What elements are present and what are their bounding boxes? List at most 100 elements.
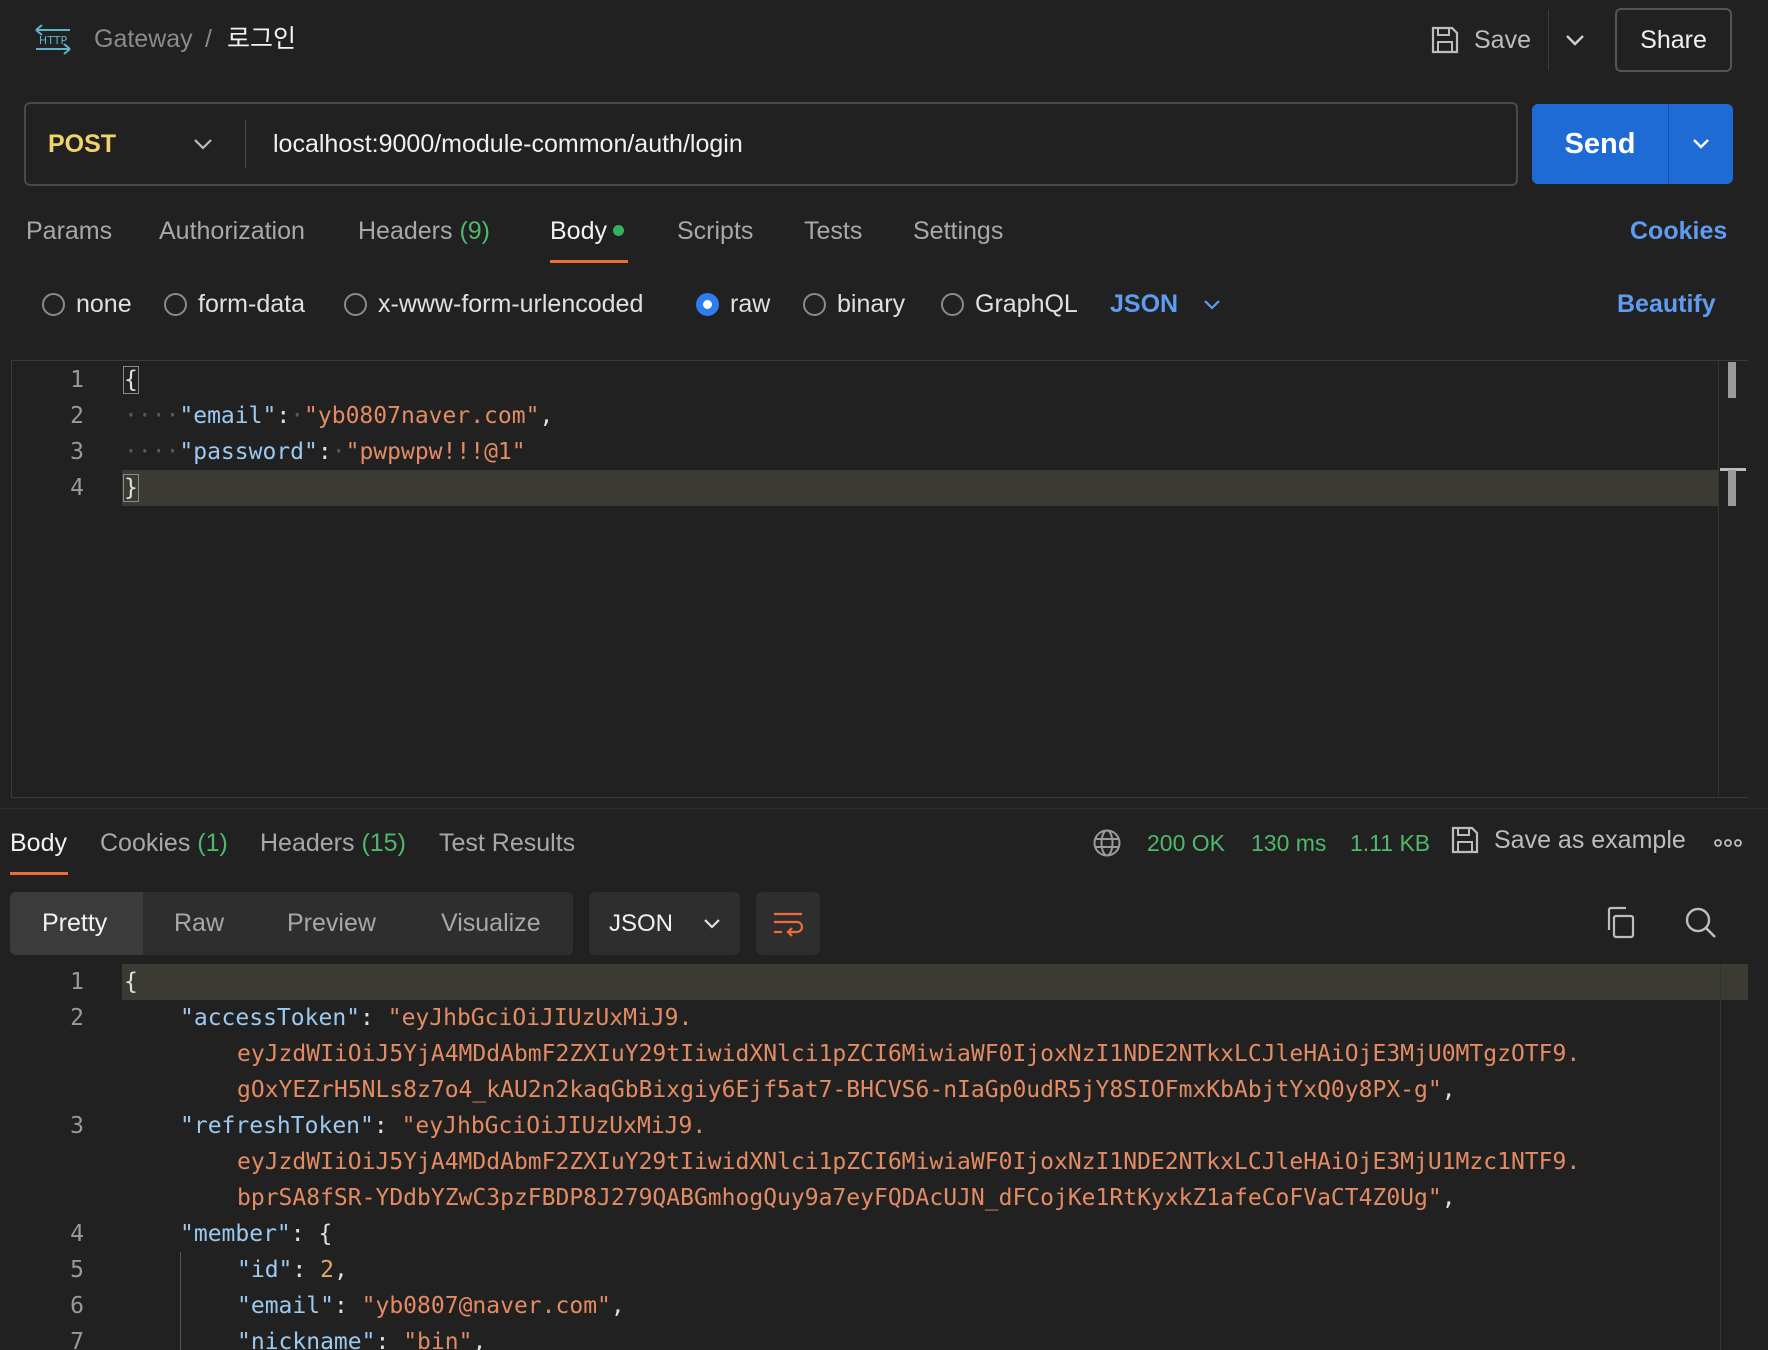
code-line-wrapped: gOxYEZrH5NLs8z7o4_kAU2n2kaqGbBixgiy6Ejf5… <box>237 1077 1456 1103</box>
view-pretty[interactable]: Pretty <box>42 907 107 939</box>
save-icon <box>1431 26 1459 54</box>
tab-count: (15) <box>361 829 406 857</box>
radio-label: binary <box>837 289 906 318</box>
copy-icon[interactable] <box>1604 906 1636 940</box>
status-code[interactable]: 200 OK <box>1147 827 1225 859</box>
json-key: "accessToken" <box>180 1005 361 1031</box>
tab-body[interactable]: Body <box>550 215 624 247</box>
radio-circle <box>941 292 964 316</box>
more-icon[interactable] <box>1712 830 1744 856</box>
code-line: "id": 2, <box>237 1257 348 1283</box>
json-key: "nickname" <box>237 1329 376 1350</box>
save-as-example-label: Save as example <box>1494 825 1686 854</box>
save-button[interactable]: Save <box>1430 18 1531 62</box>
code-line: ····"email":·"yb0807naver.com", <box>124 403 554 429</box>
view-raw[interactable]: Raw <box>174 907 224 939</box>
code-line: "member": { <box>180 1221 333 1247</box>
code-line: "accessToken": "eyJhbGciOiJIUzUxMiJ9. <box>180 1005 693 1031</box>
method-select[interactable]: POST <box>48 128 116 160</box>
tab-body-label: Body <box>550 217 607 245</box>
line-number: 2 <box>70 403 84 429</box>
brace: } <box>123 474 139 502</box>
response-scrollbar[interactable] <box>1720 964 1721 1350</box>
line-number: 5 <box>70 1257 84 1283</box>
tab-scripts[interactable]: Scripts <box>677 215 753 247</box>
code-line-wrapped: eyJzdWIiOiJ5YjA4MDdAbmF2ZXIuY29tIiwidXNl… <box>237 1036 1580 1072</box>
code-line: } <box>123 470 139 506</box>
active-tab-indicator <box>10 872 68 875</box>
radio-urlencoded[interactable]: x-www-form-urlencoded <box>344 288 643 320</box>
radio-raw[interactable]: raw <box>696 288 770 320</box>
radio-label: x-www-form-urlencoded <box>378 289 644 318</box>
json-key: "id" <box>237 1257 293 1283</box>
tab-label: Cookies <box>100 829 191 857</box>
code-line-wrapped: eyJzdWIiOiJ5YjA4MDdAbmF2ZXIuY29tIiwidXNl… <box>237 1144 1580 1180</box>
current-line-highlight <box>122 470 1718 506</box>
header-divider <box>1548 10 1549 70</box>
line-number: 1 <box>70 367 84 393</box>
tab-authorization[interactable]: Authorization <box>159 215 305 247</box>
code-line: "email": "yb0807@naver.com", <box>237 1293 625 1319</box>
tab-headers[interactable]: Headers (9) <box>358 215 490 247</box>
globe-icon[interactable] <box>1092 828 1122 858</box>
code-line-wrapped: bprSA8fSR-YDdbYZwC3pzFBDP8J279QABGmhogQu… <box>237 1185 1456 1211</box>
response-tab-headers[interactable]: Headers (15) <box>260 827 406 859</box>
json-string: eyJzdWIiOiJ5YjA4MDdAbmF2ZXIuY29tIiwidXNl… <box>237 1041 1581 1067</box>
radio-circle-selected <box>696 292 719 316</box>
brace: { <box>123 366 139 394</box>
tab-tests[interactable]: Tests <box>804 215 862 247</box>
radio-label: none <box>76 289 132 318</box>
radio-form-data[interactable]: form-data <box>164 288 305 320</box>
breadcrumb-current[interactable]: 로그인 <box>227 22 296 56</box>
beautify-button[interactable]: Beautify <box>1617 288 1716 320</box>
url-input[interactable]: localhost:9000/module-common/auth/login <box>273 128 743 160</box>
json-string: gOxYEZrH5NLs8z7o4_kAU2n2kaqGbBixgiy6Ejf5… <box>237 1077 1442 1103</box>
response-format-select[interactable]: JSON <box>589 892 740 955</box>
svg-text:HTTP: HTTP <box>39 34 68 47</box>
response-tab-test-results[interactable]: Test Results <box>439 827 575 859</box>
search-icon[interactable] <box>1684 906 1718 940</box>
send-button[interactable]: Send <box>1532 104 1668 184</box>
code-line: "refreshToken": "eyJhbGciOiJIUzUxMiJ9. <box>180 1113 707 1139</box>
radio-binary[interactable]: binary <box>803 288 905 320</box>
view-visualize[interactable]: Visualize <box>441 907 541 939</box>
line-number: 7 <box>70 1329 84 1350</box>
save-as-example-button[interactable]: Save as example <box>1450 825 1686 855</box>
chevron-down-icon[interactable] <box>190 130 216 158</box>
line-number: 3 <box>70 1113 84 1139</box>
line-number: 1 <box>70 969 84 995</box>
json-key: "email" <box>179 403 277 429</box>
line-number: 3 <box>70 439 84 465</box>
code-line: { <box>123 362 139 398</box>
tab-settings[interactable]: Settings <box>913 215 1003 247</box>
response-time[interactable]: 130 ms <box>1251 827 1326 859</box>
send-options-button[interactable] <box>1669 104 1733 184</box>
save-label: Save <box>1474 25 1531 54</box>
modified-dot <box>612 225 624 236</box>
chevron-down-icon[interactable] <box>1560 22 1590 56</box>
tab-label: Headers <box>260 829 355 857</box>
tab-headers-label: Headers <box>358 217 453 245</box>
breadcrumb-parent[interactable]: Gateway <box>94 22 193 56</box>
radio-graphql[interactable]: GraphQL <box>941 288 1078 320</box>
line-number: 4 <box>70 475 84 501</box>
response-tab-body[interactable]: Body <box>10 827 67 859</box>
response-tab-cookies[interactable]: Cookies (1) <box>100 827 228 859</box>
radio-label: raw <box>730 289 771 318</box>
radio-label: GraphQL <box>975 289 1078 318</box>
radio-none[interactable]: none <box>42 288 132 320</box>
cookies-link[interactable]: Cookies <box>1630 215 1727 247</box>
wrap-lines-button[interactable] <box>756 892 820 955</box>
radio-circle <box>42 292 65 316</box>
response-size[interactable]: 1.11 KB <box>1350 827 1430 859</box>
tab-params[interactable]: Params <box>26 215 112 247</box>
scrollbar-thumb[interactable] <box>1728 362 1736 398</box>
indent-guide <box>180 1252 181 1350</box>
editor-scrollbar[interactable] <box>1718 361 1748 797</box>
share-button[interactable]: Share <box>1615 8 1732 72</box>
line-number: 2 <box>70 1005 84 1031</box>
body-language-select[interactable]: JSON <box>1110 288 1178 320</box>
chevron-down-icon[interactable] <box>1200 292 1224 318</box>
view-preview[interactable]: Preview <box>287 907 376 939</box>
pane-divider[interactable] <box>0 808 1768 809</box>
